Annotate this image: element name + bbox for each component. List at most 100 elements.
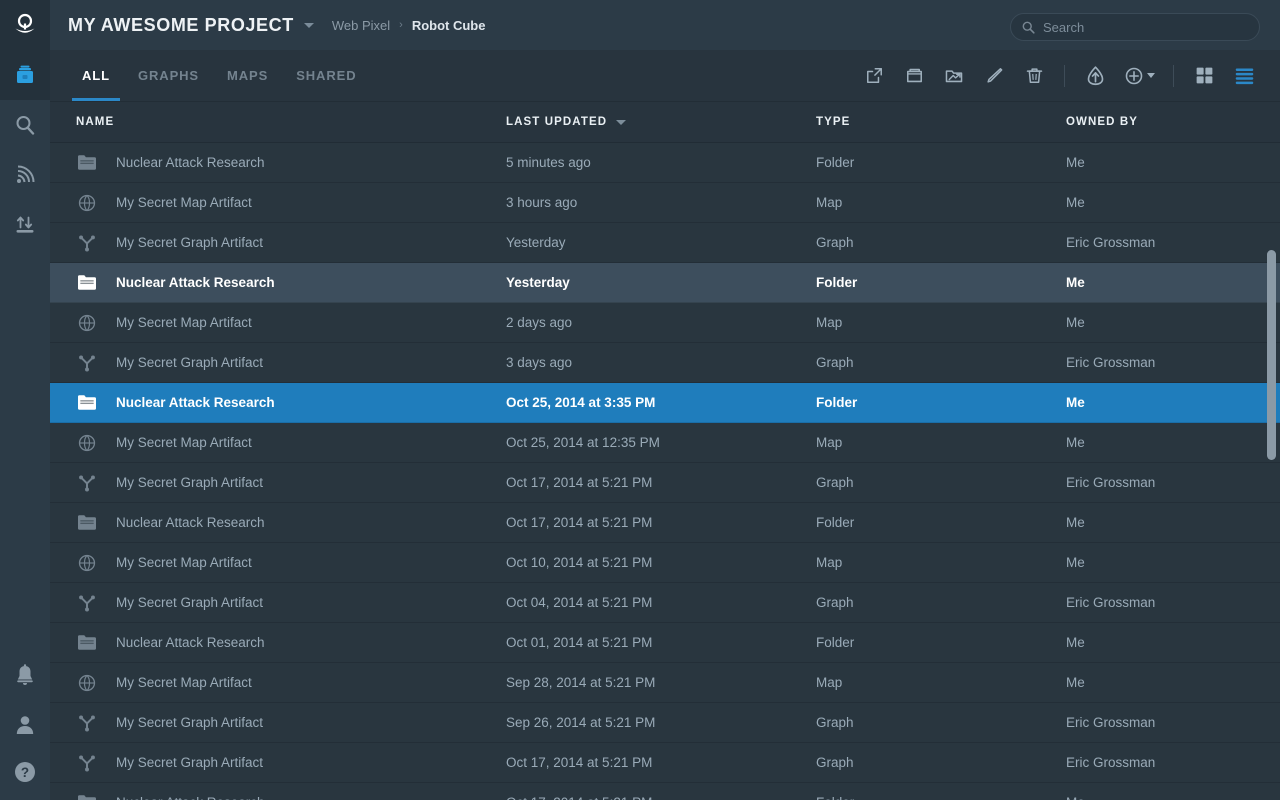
folder-icon xyxy=(78,795,96,800)
map-icon xyxy=(78,674,96,691)
row-last-updated: Oct 17, 2014 at 5:21 PM xyxy=(506,475,653,490)
row-last-updated: Oct 17, 2014 at 5:21 PM xyxy=(506,755,653,770)
breadcrumb-item-parent[interactable]: Web Pixel xyxy=(332,18,390,33)
sidebar-item-transfers[interactable] xyxy=(0,200,50,250)
tab-all[interactable]: All xyxy=(68,50,124,101)
table-row[interactable]: My Secret Map Artifact 3 hours ago Map Me xyxy=(50,183,1280,223)
row-type: Map xyxy=(816,675,843,690)
list-view-button[interactable] xyxy=(1224,50,1264,102)
table-row[interactable]: My Secret Graph Artifact Sep 26, 2014 at … xyxy=(50,703,1280,743)
add-icon xyxy=(1125,67,1142,84)
breadcrumb-item-current: Robot Cube xyxy=(411,17,486,33)
palantir-logo-icon xyxy=(15,13,35,33)
project-dropdown-caret-icon[interactable] xyxy=(303,22,314,28)
column-header-owned-by[interactable]: Owned By xyxy=(1066,116,1280,128)
user-icon xyxy=(16,716,34,734)
map-icon xyxy=(76,674,98,692)
feed-icon xyxy=(17,165,35,183)
app-window: ? My Awesome Project Web Pixel › Robot C… xyxy=(0,0,1280,800)
row-type: Map xyxy=(816,555,843,570)
table-row[interactable]: My Secret Graph Artifact Oct 04, 2014 at … xyxy=(50,583,1280,623)
table-row[interactable]: Nuclear Attack Research Oct 01, 2014 at 5… xyxy=(50,623,1280,663)
rename-button[interactable] xyxy=(974,50,1014,102)
upload-button[interactable] xyxy=(1075,50,1115,102)
row-name: My Secret Graph Artifact xyxy=(116,235,264,250)
row-owned-by: Eric Grossman xyxy=(1066,715,1156,730)
row-last-updated: Oct 01, 2014 at 5:21 PM xyxy=(506,635,653,650)
duplicate-button[interactable] xyxy=(894,50,934,102)
search-input[interactable] xyxy=(1043,19,1249,35)
row-name: Nuclear Attack Research xyxy=(116,635,265,650)
open-external-button[interactable] xyxy=(854,50,894,102)
table-header-row: Name Last Updated Type Owned By xyxy=(50,102,1280,143)
sidebar-item-search[interactable] xyxy=(0,100,50,150)
row-type: Folder xyxy=(816,395,858,410)
table-row[interactable]: My Secret Map Artifact Oct 10, 2014 at 5:… xyxy=(50,543,1280,583)
open-external-icon xyxy=(866,68,882,83)
toolbar-divider xyxy=(1173,64,1174,87)
row-last-updated: Oct 25, 2014 at 12:35 PM xyxy=(506,435,660,450)
table-row[interactable]: My Secret Map Artifact Sep 28, 2014 at 5:… xyxy=(50,663,1280,703)
delete-button[interactable] xyxy=(1014,50,1054,102)
row-type: Graph xyxy=(816,595,854,610)
table-row[interactable]: Nuclear Attack Research Oct 25, 2014 at 3… xyxy=(50,383,1280,423)
table-row[interactable]: My Secret Graph Artifact Yesterday Graph Er… xyxy=(50,223,1280,263)
map-icon xyxy=(78,314,96,331)
palantir-logo[interactable] xyxy=(0,0,50,50)
row-name: My Secret Map Artifact xyxy=(116,675,252,690)
sidebar-item-notifications[interactable] xyxy=(0,650,50,700)
move-to-folder-button[interactable] xyxy=(934,50,974,102)
scrollbar-thumb[interactable] xyxy=(1267,250,1276,460)
table-row[interactable]: My Secret Map Artifact 2 days ago Map Me xyxy=(50,303,1280,343)
folder-icon xyxy=(76,795,98,800)
row-type: Map xyxy=(816,315,843,330)
tab-graphs[interactable]: Graphs xyxy=(124,50,213,101)
tab-maps[interactable]: Maps xyxy=(213,50,282,101)
folder-icon xyxy=(76,515,98,530)
table-row[interactable]: My Secret Graph Artifact Oct 17, 2014 at … xyxy=(50,463,1280,503)
search-box[interactable] xyxy=(1010,13,1260,41)
row-owned-by: Eric Grossman xyxy=(1066,475,1156,490)
vertical-scrollbar[interactable] xyxy=(1267,143,1276,800)
column-header-type[interactable]: Type xyxy=(816,116,1066,128)
map-icon xyxy=(76,434,98,452)
sidebar-item-projects[interactable] xyxy=(0,50,50,100)
row-type: Folder xyxy=(816,795,1066,800)
add-new-button[interactable] xyxy=(1115,50,1163,102)
grid-view-button[interactable] xyxy=(1184,50,1224,102)
map-icon xyxy=(76,314,98,332)
tab-shared[interactable]: Shared xyxy=(282,50,370,101)
row-type: Graph xyxy=(816,755,854,770)
row-name: Nuclear Attack Research xyxy=(116,275,275,290)
table-row[interactable]: My Secret Graph Artifact 3 days ago Graph E… xyxy=(50,343,1280,383)
table-row[interactable]: My Secret Graph Artifact Oct 17, 2014 at … xyxy=(50,743,1280,783)
row-name: My Secret Map Artifact xyxy=(116,555,252,570)
row-name: My Secret Graph Artifact xyxy=(116,595,264,610)
row-last-updated: 5 minutes ago xyxy=(506,155,591,170)
sidebar-item-account[interactable] xyxy=(0,700,50,750)
table-row[interactable]: Nuclear Attack Research Oct 17, 2014 at 5… xyxy=(50,783,1280,800)
column-header-name[interactable]: Name xyxy=(50,116,506,128)
graph-icon xyxy=(79,594,95,611)
column-header-last-updated[interactable]: Last Updated xyxy=(506,116,816,128)
row-name: My Secret Graph Artifact xyxy=(116,715,264,730)
table-row[interactable]: Nuclear Attack Research Yesterday Folder Me xyxy=(50,263,1280,303)
row-name: Nuclear Attack Research xyxy=(116,155,265,170)
sidebar-item-help[interactable]: ? xyxy=(0,750,50,800)
row-type: Graph xyxy=(816,235,854,250)
row-name: My Secret Map Artifact xyxy=(116,195,252,210)
svg-text:?: ? xyxy=(21,765,29,780)
search-icon xyxy=(1022,21,1035,34)
table-row[interactable]: Nuclear Attack Research 5 minutes ago Fold… xyxy=(50,143,1280,183)
row-owned-by: Me xyxy=(1066,435,1085,450)
sidebar-item-feed[interactable] xyxy=(0,150,50,200)
grid-view-icon xyxy=(1196,67,1212,84)
bell-icon xyxy=(17,664,33,685)
row-owned-by: Me xyxy=(1066,155,1085,170)
graph-icon xyxy=(79,714,95,731)
transfer-icon xyxy=(16,216,34,233)
row-last-updated: Oct 04, 2014 at 5:21 PM xyxy=(506,595,653,610)
table-row[interactable]: My Secret Map Artifact Oct 25, 2014 at 12… xyxy=(50,423,1280,463)
table-row[interactable]: Nuclear Attack Research Oct 17, 2014 at 5… xyxy=(50,503,1280,543)
row-last-updated: 3 days ago xyxy=(506,355,573,370)
